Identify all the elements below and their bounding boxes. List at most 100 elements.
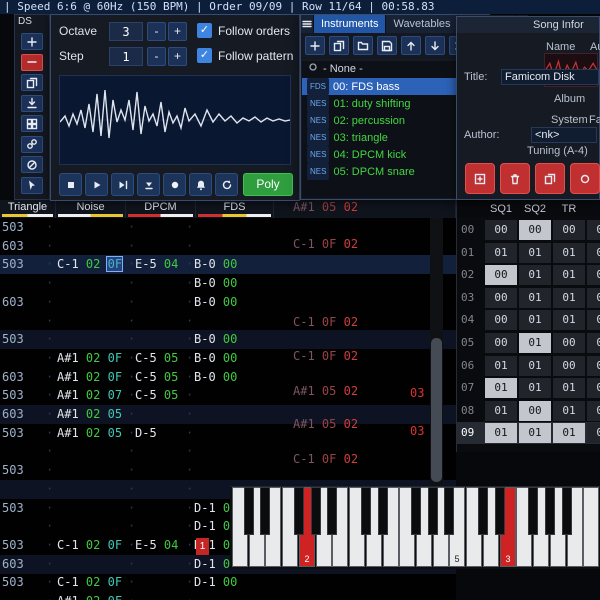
order-cell[interactable]: 01 [553, 423, 585, 444]
order-matrix[interactable]: SQ1SQ2TR00000000000101010100020001010003… [456, 200, 600, 452]
pattern-cell-clipped[interactable]: 603 [2, 557, 24, 571]
author-input[interactable]: <nk> [531, 127, 597, 143]
pattern-cell-clipped[interactable]: 503 [2, 332, 24, 346]
pattern-cell-clipped[interactable]: 503 [2, 426, 24, 440]
pattern-cell-ch2[interactable]: D-5 [135, 426, 157, 440]
channel-header-noise[interactable]: Noise [56, 200, 126, 218]
order-row-index[interactable]: 05 [461, 336, 474, 349]
order-cell[interactable]: 01 [485, 355, 517, 376]
order-cell[interactable]: 01 [519, 265, 551, 286]
order-cell[interactable]: 01 [553, 287, 585, 308]
order-cell[interactable]: 00 [519, 220, 551, 240]
order-cell[interactable]: 01 [519, 378, 551, 399]
order-cell[interactable]: 01 [485, 378, 517, 399]
song-info-titlebar[interactable]: Song Infor [457, 17, 599, 33]
piano-black-key[interactable] [562, 487, 572, 535]
pattern-row[interactable]: · · · 603 A#1 02 05 [0, 405, 456, 424]
pattern-cell-clipped[interactable]: 503 [2, 575, 24, 589]
add-sample-button[interactable] [465, 163, 495, 194]
preview-sample-button[interactable] [570, 163, 600, 194]
order-cell[interactable]: 01 [587, 287, 600, 308]
pattern-cell-ch2[interactable]: C-5 05 [135, 351, 178, 365]
piano-input-pad[interactable]: 2 5 3 [230, 486, 600, 569]
order-row-index[interactable]: 00 [461, 223, 474, 236]
pattern-cell-clipped[interactable]: 503 [2, 220, 24, 234]
pattern-row[interactable]: · · · 503 B-0 00 [0, 330, 456, 350]
pattern-cell-clipped[interactable]: 503 [2, 538, 24, 552]
order-cell[interactable]: 01 [519, 355, 551, 376]
tab-instruments[interactable]: Instruments [314, 15, 387, 33]
title-input[interactable]: Famicom Disk [501, 69, 599, 85]
pattern-cell-ch3[interactable]: B-0 00 [194, 257, 237, 271]
order-cell[interactable]: 00 [519, 400, 551, 421]
pattern-cell-clipped[interactable]: 503 [2, 388, 24, 402]
piano-black-key[interactable] [260, 487, 270, 535]
remove-button[interactable] [21, 53, 43, 71]
pattern-cell-ch3[interactable]: B-0 00 [194, 370, 237, 384]
order-cell[interactable]: 00 [485, 220, 517, 240]
piano-black-key[interactable] [411, 487, 421, 535]
pattern-cell-ch3[interactable]: B-0 00 [194, 276, 237, 290]
pattern-cell-ch3[interactable]: B-0 00 [194, 332, 237, 346]
order-cell[interactable]: 01 [553, 242, 585, 263]
pattern-row[interactable]: · · · 503 [0, 461, 456, 480]
order-cell[interactable]: 02 [587, 378, 600, 399]
pattern-cell-fds[interactable]: C-1 02 0F [57, 575, 122, 589]
pattern-row[interactable]: · · · 603 A#1 02 0F C-5 05 B-0 00 [0, 368, 456, 387]
pattern-row[interactable]: · · · B-0 00 [0, 274, 456, 293]
pattern-cell-fds[interactable]: A#1 02 07 [57, 388, 122, 402]
octave-value[interactable]: 3 [109, 22, 143, 41]
channel-header-fds[interactable]: FDS [196, 200, 274, 218]
pattern-row[interactable]: · · · [0, 442, 456, 461]
piano-black-key[interactable] [327, 487, 337, 535]
pattern-cell-clipped[interactable]: 603 [2, 239, 24, 253]
piano-black-key[interactable] [495, 487, 505, 535]
pattern-row[interactable]: · · · 603 B-0 00 [0, 293, 456, 312]
piano-black-key[interactable] [478, 487, 488, 535]
add-button[interactable] [21, 33, 43, 50]
channel-header-dpcm[interactable]: DPCM [126, 200, 196, 218]
link-button[interactable] [21, 135, 43, 153]
order-cell[interactable]: 00 [553, 333, 585, 353]
stop-button[interactable] [59, 173, 82, 196]
step-value[interactable]: 1 [109, 47, 143, 66]
order-cell[interactable]: 01 [485, 400, 517, 421]
channel-header-triangle[interactable]: Triangle [0, 200, 56, 218]
order-cell[interactable]: 00 [485, 333, 517, 353]
play-button[interactable] [85, 173, 108, 196]
order-cell[interactable]: 00 [553, 355, 585, 376]
piano-black-key[interactable] [545, 487, 555, 535]
piano-black-key[interactable] [294, 487, 304, 535]
pattern-row[interactable]: · · · A#1 02 0F [0, 592, 456, 600]
order-cell[interactable]: 00 [485, 310, 517, 331]
piano-black-key[interactable] [444, 487, 454, 535]
piano-black-key[interactable] [378, 487, 388, 535]
pattern-cell-ch3[interactable]: D-1 00 [194, 575, 237, 589]
open-instrument-button[interactable] [353, 36, 373, 55]
order-cell[interactable]: 00 [485, 287, 517, 308]
pattern-row[interactable]: · · · 503 C-1 02 0F E-5 04 B-0 00 [0, 255, 456, 275]
octave-increment-button[interactable]: + [168, 22, 187, 41]
pattern-row[interactable]: · · · [0, 312, 456, 331]
pattern-row[interactable]: · · · 503 A#1 02 07 C-5 05 [0, 386, 456, 405]
pattern-cell-ch2[interactable]: E-5 04 [135, 257, 178, 271]
order-cell[interactable]: 01 [553, 378, 585, 399]
pattern-cell-ch3[interactable]: B-0 00 [194, 295, 237, 309]
pattern-cell-ch2[interactable]: C-5 05 [135, 388, 178, 402]
metronome-button[interactable] [189, 173, 212, 196]
add-instrument-button[interactable] [305, 36, 325, 55]
step-row-button[interactable] [137, 173, 160, 196]
order-cell[interactable]: 00 [587, 242, 600, 263]
pattern-cell-fds[interactable]: A#1 02 0F [57, 370, 122, 384]
order-cell[interactable]: 00 [587, 265, 600, 286]
tab-wavetables[interactable]: Wavetables [386, 15, 459, 33]
pattern-cell-fds[interactable]: A#1 02 0F [57, 594, 122, 600]
order-cell[interactable]: 01 [519, 242, 551, 263]
disable-button[interactable] [21, 156, 43, 173]
pattern-cell-clipped[interactable]: 603 [2, 370, 24, 384]
order-cell[interactable]: 01 [587, 355, 600, 376]
piano-black-key[interactable] [244, 487, 254, 535]
record-button[interactable] [163, 173, 186, 196]
piano-black-key[interactable] [311, 487, 321, 535]
pattern-cell-fds[interactable]: A#1 02 0F [57, 351, 122, 365]
